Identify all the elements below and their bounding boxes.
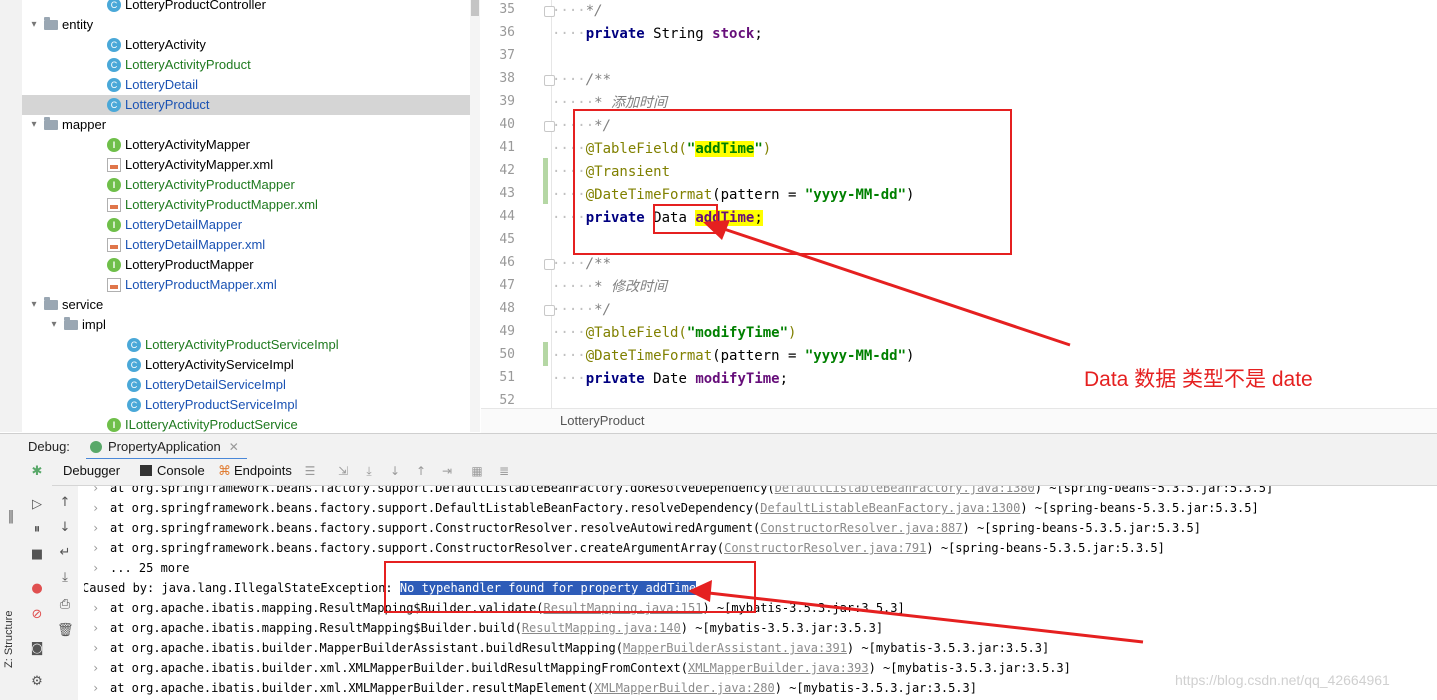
arrow-to-type	[711, 223, 1071, 347]
arrowhead-to-error	[688, 580, 712, 602]
annotation-text: Data 数据 类型不是 date	[1084, 368, 1313, 391]
watermark: https://blog.csdn.net/qq_42664961	[1175, 672, 1390, 688]
arrow-to-error	[699, 590, 1144, 644]
annotation-arrows	[688, 220, 1144, 644]
arrowhead-to-type	[703, 220, 730, 240]
